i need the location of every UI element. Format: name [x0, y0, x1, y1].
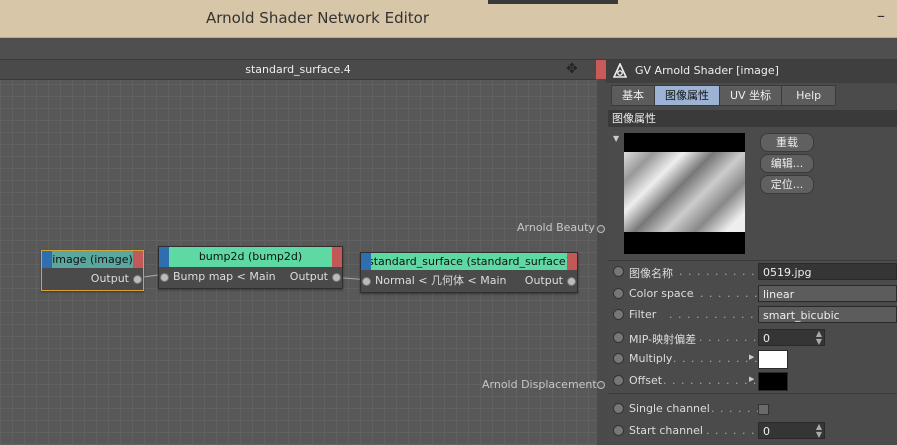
- input-label: Bump map < Main: [173, 270, 276, 283]
- mip-bias-value: 0: [763, 332, 770, 345]
- tab-uv-coords[interactable]: UV 坐标: [719, 85, 783, 106]
- node-standard-surface[interactable]: standard_surface (standard_surface) Norm…: [360, 252, 578, 293]
- color-space-dropdown[interactable]: linear: [758, 285, 897, 302]
- prop-dots: . . . . . . .: [699, 331, 758, 344]
- animate-radio[interactable]: [613, 288, 624, 299]
- prop-label: Offset: [629, 374, 663, 387]
- node-right-bar: [133, 251, 143, 268]
- output-port[interactable]: [567, 277, 576, 286]
- tab-image-properties[interactable]: 图像属性: [654, 85, 720, 106]
- output-port[interactable]: [133, 275, 142, 284]
- arnold-displacement-port[interactable]: [597, 381, 605, 389]
- prop-label: Color space: [629, 287, 694, 300]
- panel-header: GV Arnold Shader [image]: [606, 60, 897, 83]
- arnold-beauty-port[interactable]: [597, 225, 605, 233]
- animate-radio[interactable]: [613, 332, 624, 343]
- title-bar: Arnold Shader Network Editor –: [0, 0, 897, 38]
- start-channel-field[interactable]: 0 ▲ ▼: [758, 422, 825, 439]
- prop-single-channel: Single channel . . . . . . .: [611, 399, 897, 419]
- output-label: Output: [90, 272, 129, 285]
- node-left-bar: [42, 251, 52, 268]
- prop-label: Start channel: [629, 424, 703, 437]
- arnold-beauty-label: Arnold Beauty: [517, 221, 595, 234]
- animate-radio[interactable]: [613, 309, 624, 320]
- image-preview: [624, 133, 745, 254]
- prop-filename: 图像名称 . . . . . . . . . . . . . 0519.jpg: [611, 262, 897, 282]
- prop-color-space: Color space . . . . . . . . linear: [611, 284, 897, 304]
- node-left-bar: [159, 247, 169, 267]
- arnold-logo-icon: [612, 63, 628, 78]
- graph-header: standard_surface.4: [0, 60, 596, 80]
- node-output-row: Output: [42, 269, 143, 288]
- tab-basic[interactable]: 基本: [611, 85, 655, 106]
- input-port[interactable]: [160, 273, 169, 282]
- expand-arrow-icon[interactable]: ▶: [749, 353, 754, 361]
- divider: [608, 260, 897, 261]
- input-label: Normal < 几何体 < Main: [375, 274, 507, 287]
- panel-tabs: 基本 图像属性 UV 坐标 Help: [611, 85, 837, 106]
- animate-radio[interactable]: [613, 425, 624, 436]
- animate-radio[interactable]: [613, 266, 624, 277]
- panel-resize-handle[interactable]: [596, 60, 606, 79]
- locate-button[interactable]: 定位...: [760, 175, 814, 194]
- animate-radio[interactable]: [613, 353, 624, 364]
- single-channel-checkbox[interactable]: [758, 404, 769, 415]
- filename-field[interactable]: 0519.jpg: [758, 263, 897, 280]
- reload-button[interactable]: 重载: [760, 133, 814, 152]
- prop-dots: . . . . . . .: [697, 424, 756, 437]
- prop-label: Single channel: [629, 402, 710, 415]
- tab-help[interactable]: Help: [781, 85, 837, 106]
- start-channel-value: 0: [763, 425, 770, 438]
- prop-multiply: Multiply . . . . . . . . . . . . ▶: [611, 349, 897, 369]
- panel-title: GV Arnold Shader [image]: [635, 64, 779, 77]
- node-right-bar: [332, 247, 342, 267]
- window-title: Arnold Shader Network Editor: [206, 9, 430, 27]
- node-header: bump2d (bump2d): [159, 247, 342, 267]
- node-io-row: Bump map < Main Output: [159, 267, 342, 286]
- animate-radio[interactable]: [613, 375, 624, 386]
- animate-radio[interactable]: [613, 403, 624, 414]
- node-left-bar: [361, 253, 371, 270]
- collapse-icon[interactable]: ▼: [613, 134, 619, 143]
- expand-arrow-icon[interactable]: ▶: [749, 375, 754, 383]
- node-title: standard_surface (standard_surface): [368, 255, 570, 268]
- prop-mip: MIP-映射偏差 . . . . . . . 0 ▲ ▼: [611, 328, 897, 348]
- offset-color-swatch[interactable]: [758, 372, 788, 391]
- divider: [608, 393, 897, 394]
- output-label: Output: [289, 270, 328, 283]
- section-header: 图像属性: [608, 110, 897, 127]
- filter-dropdown[interactable]: smart_bicubic: [758, 306, 897, 323]
- input-port[interactable]: [362, 277, 371, 286]
- node-header: standard_surface (standard_surface): [361, 253, 577, 270]
- output-port[interactable]: [332, 273, 341, 282]
- splitter[interactable]: [597, 79, 606, 445]
- edit-button[interactable]: 编辑...: [760, 154, 814, 173]
- top-strip: [488, 0, 618, 4]
- node-title: bump2d (bump2d): [198, 250, 303, 263]
- prop-label: MIP-映射偏差: [629, 333, 697, 346]
- toolbar: [0, 38, 897, 60]
- prop-label: 图像名称: [629, 267, 673, 280]
- node-io-row: Normal < 几何体 < Main Output: [361, 271, 577, 290]
- spinner-icon[interactable]: ▲ ▼: [816, 423, 822, 439]
- prop-label: Multiply: [629, 352, 673, 365]
- move-icon[interactable]: ✥: [566, 60, 578, 79]
- node-image[interactable]: image (image) Output: [41, 250, 144, 291]
- mip-bias-field[interactable]: 0 ▲ ▼: [758, 329, 825, 346]
- prop-label: Filter: [629, 308, 657, 321]
- minimize-icon[interactable]: –: [877, 6, 885, 25]
- prop-dots: . . . . . . . .: [691, 287, 759, 300]
- prop-offset: Offset . . . . . . . . . . . . . . ▶: [611, 371, 897, 391]
- preview-texture: [624, 152, 745, 232]
- prop-start-channel: Start channel . . . . . . . 0 ▲ ▼: [611, 421, 897, 441]
- node-bump2d[interactable]: bump2d (bump2d) Bump map < Main Output: [158, 246, 343, 289]
- prop-filter: Filter . . . . . . . . . . . . . . . sma…: [611, 305, 897, 325]
- multiply-color-swatch[interactable]: [758, 350, 788, 369]
- output-label: Output: [524, 274, 563, 287]
- node-title: image (image): [52, 253, 133, 266]
- arnold-displacement-label: Arnold Displacement: [482, 378, 597, 391]
- node-right-bar: [567, 253, 577, 270]
- spinner-icon[interactable]: ▲ ▼: [816, 330, 822, 346]
- node-header: image (image): [42, 251, 143, 268]
